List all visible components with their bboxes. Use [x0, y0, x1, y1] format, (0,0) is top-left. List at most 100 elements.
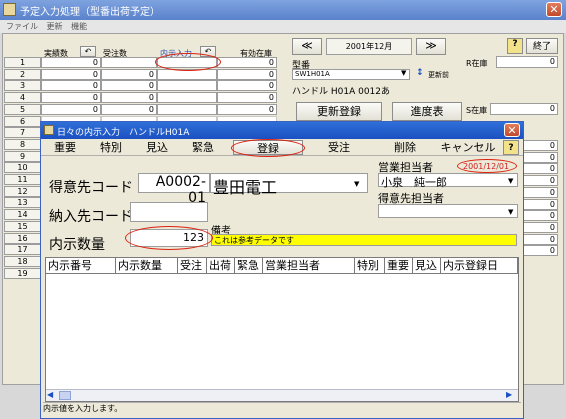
row-index[interactable]: 3: [4, 80, 41, 92]
prev-month-button[interactable]: ≪: [292, 38, 322, 55]
forecast-list: 内示番号 内示数量 受注 出荷 緊急 営業担当者 特別 重要 見込 内示登録日 …: [45, 257, 519, 402]
order-cell: [101, 57, 157, 68]
delivery-code-label: 納入先コード: [49, 209, 133, 225]
list-header-important: 重要: [385, 258, 413, 274]
special-button[interactable]: 特別: [93, 140, 129, 155]
list-header-special: 特別: [355, 258, 385, 274]
highlight-register-button: [231, 139, 305, 157]
scroll-left-icon[interactable]: ◀: [47, 390, 53, 399]
chevron-down-icon: ▼: [354, 180, 360, 188]
row-index[interactable]: 6: [4, 115, 41, 127]
dialog-app-icon: [44, 125, 54, 135]
row-index[interactable]: 11: [4, 174, 41, 185]
delivery-code-field[interactable]: [130, 202, 208, 222]
list-header-number: 内示番号: [46, 258, 116, 274]
customer-name-select[interactable]: 豊田電工: [210, 173, 368, 197]
row-index[interactable]: 16: [4, 232, 41, 244]
horizontal-scrollbar[interactable]: ◀ ▶: [46, 389, 518, 401]
row-index[interactable]: 10: [4, 162, 41, 174]
list-header-qty: 内示数量: [116, 258, 178, 274]
row-index[interactable]: 14: [4, 209, 41, 221]
delete-button[interactable]: 削除: [387, 140, 423, 155]
stock-cell: 0: [217, 80, 277, 92]
highlight-quantity: [125, 226, 213, 250]
stock-cell: 0: [217, 103, 277, 115]
forecast-cell[interactable]: [157, 103, 217, 115]
scroll-thumb[interactable]: [59, 391, 71, 400]
menu-function[interactable]: 機能: [71, 21, 87, 32]
dialog-help-icon[interactable]: ?: [503, 140, 519, 155]
list-header-order: 受注: [178, 258, 207, 274]
actual-cell: 0: [41, 68, 101, 80]
cancel-button[interactable]: キャンセル: [437, 140, 499, 155]
dialog-title: 日々の内示入力 ハンドルH01A: [57, 128, 190, 138]
sort-icon[interactable]: ↕: [416, 68, 424, 78]
chevron-down-icon: ▼: [401, 69, 407, 77]
forecast-cell[interactable]: [157, 92, 217, 104]
row-index[interactable]: 7: [4, 127, 41, 139]
main-title-bar: 予定入力処理（型番出荷予定） ✕: [0, 0, 566, 20]
forecast-flag-button[interactable]: 見込: [139, 140, 175, 155]
row-index[interactable]: 15: [4, 220, 41, 232]
actual-cell: 0: [41, 92, 101, 104]
dialog-title-bar: 日々の内示入力 ハンドルH01A ✕: [41, 122, 523, 139]
urgent-button[interactable]: 緊急: [185, 140, 221, 155]
note-field[interactable]: これは参考データです: [211, 234, 517, 246]
order-button[interactable]: 受注: [321, 140, 357, 155]
actual-cell: 0: [41, 57, 101, 68]
menu-bar: ファイル 更新 機能: [0, 20, 566, 33]
menu-update[interactable]: 更新: [47, 21, 63, 32]
row-index[interactable]: 13: [4, 197, 41, 209]
row-index[interactable]: 19: [4, 267, 41, 279]
order-cell: 0: [101, 92, 157, 104]
list-header-urgent: 緊急: [235, 258, 263, 274]
undo-icon-1[interactable]: ↶: [80, 46, 96, 57]
row-index[interactable]: 17: [4, 244, 41, 256]
update-register-button[interactable]: 更新登録: [296, 102, 382, 121]
next-month-button[interactable]: ≫: [416, 38, 446, 55]
row-index[interactable]: 9: [4, 150, 41, 162]
help-icon[interactable]: ?: [507, 38, 523, 54]
scroll-right-icon[interactable]: ▶: [506, 390, 512, 399]
quantity-label: 内示数量: [49, 237, 105, 253]
sales-person-select[interactable]: 小泉 純一郎: [378, 173, 518, 189]
app-title: 予定入力処理（型番出荷予定）: [20, 7, 160, 18]
row-index[interactable]: 2: [4, 68, 41, 80]
dialog-close-button[interactable]: ✕: [504, 123, 520, 137]
list-header-ship: 出荷: [207, 258, 235, 274]
forecast-cell[interactable]: [157, 80, 217, 92]
row-index[interactable]: 5: [4, 103, 41, 115]
app-icon: [3, 3, 16, 16]
client-person-select[interactable]: [378, 204, 518, 218]
model-select[interactable]: SW1H01A: [292, 69, 410, 80]
order-cell: 0: [101, 103, 157, 115]
highlight-forecast-cell: [155, 53, 221, 71]
row-index[interactable]: 8: [4, 138, 41, 150]
sort-label: 更新前: [428, 71, 449, 79]
s-stock-value: 0: [490, 103, 558, 115]
chevron-down-icon: ▼: [508, 177, 514, 185]
stock-cell: 0: [217, 68, 277, 80]
row-index[interactable]: 1: [4, 57, 41, 68]
actual-cell: 0: [41, 103, 101, 115]
customer-code-field[interactable]: A0002-01: [138, 173, 210, 206]
order-cell: 0: [101, 80, 157, 92]
row-index[interactable]: 12: [4, 185, 41, 197]
actual-cell: 0: [41, 80, 101, 92]
row-index[interactable]: 18: [4, 255, 41, 267]
important-button[interactable]: 重要: [47, 140, 83, 155]
r-stock-value: 0: [496, 56, 558, 68]
main-close-button[interactable]: ✕: [546, 2, 562, 17]
list-header-sales-person: 営業担当者: [263, 258, 355, 274]
end-button[interactable]: 終了: [526, 38, 558, 54]
row-index[interactable]: 4: [4, 92, 41, 104]
status-bar: 内示値を入力します。: [43, 402, 521, 414]
progress-button[interactable]: 進度表: [392, 102, 462, 121]
s-stock-label: S在庫: [466, 106, 488, 115]
month-display: 2001年12月: [326, 38, 412, 55]
list-header-forecast: 見込: [413, 258, 441, 274]
chevron-down-icon: ▼: [508, 208, 514, 216]
order-cell: 0: [101, 68, 157, 80]
menu-file[interactable]: ファイル: [6, 21, 38, 32]
product-name: ハンドル H01A 0012あ: [292, 87, 391, 97]
